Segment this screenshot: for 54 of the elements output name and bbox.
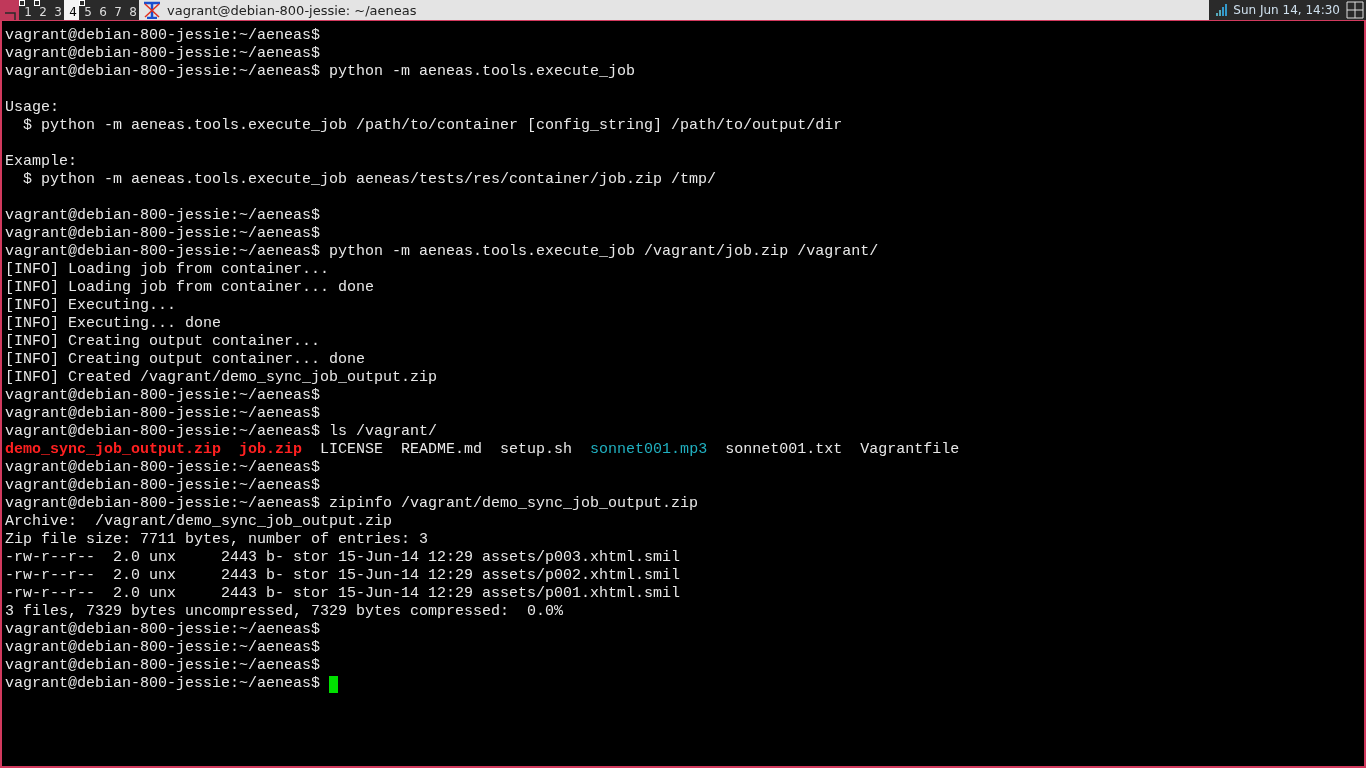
layout-icon[interactable]: [1346, 1, 1364, 19]
workspace-tab[interactable]: 7: [109, 0, 124, 20]
terminal-line: [INFO] Created /vagrant/demo_sync_job_output.zip: [5, 369, 438, 387]
terminal-line: 3 files, 7329 bytes uncompressed, 7329 bytes compressed: 0.0%: [5, 603, 564, 621]
workspace-tab[interactable]: 3: [49, 0, 64, 20]
terminal-line: [INFO] Creating output container...: [5, 333, 321, 351]
terminal-line: vagrant@debian-800-jessie:~/aeneas$: [5, 675, 322, 693]
terminal-line: vagrant@debian-800-jessie:~/aeneas$: [5, 621, 321, 639]
signal-icon: [1215, 4, 1228, 16]
terminal-line: vagrant@debian-800-jessie:~/aeneas$: [5, 477, 321, 495]
file-name: Vagrantfile: [860, 441, 960, 459]
terminal-line: [INFO] Loading job from container... done: [5, 279, 375, 297]
terminal-line: vagrant@debian-800-jessie:~/aeneas$: [5, 459, 321, 477]
terminal-line: Zip file size: 7711 bytes, number of entries: 3: [5, 531, 429, 549]
terminal-line: -rw-r--r-- 2.0 unx 2443 b- stor 15-Jun-14 12:29 assets/p003.xhtml.smil: [5, 549, 681, 567]
terminal-line: -rw-r--r-- 2.0 unx 2443 b- stor 15-Jun-14 12:29 assets/p002.xhtml.smil: [5, 567, 681, 585]
terminal-line: vagrant@debian-800-jessie:~/aeneas$: [5, 45, 321, 63]
terminal-line: vagrant@debian-800-jessie:~/aeneas$: [5, 27, 321, 45]
terminal-line: Usage:: [5, 99, 59, 117]
file-name: LICENSE: [320, 441, 384, 459]
file-name: README.md: [401, 441, 483, 459]
workspace-tab[interactable]: 2: [34, 0, 49, 20]
terminal-line: Example:: [5, 153, 77, 171]
terminal-line: vagrant@debian-800-jessie:~/aeneas$ python -m aeneas.tools.execute_job: [5, 63, 636, 81]
file-name: sonnet001.mp3: [590, 441, 708, 459]
terminal-line: vagrant@debian-800-jessie:~/aeneas$: [5, 639, 321, 657]
terminal-line: vagrant@debian-800-jessie:~/aeneas$: [5, 387, 321, 405]
terminal-line: [INFO] Creating output container... done: [5, 351, 366, 369]
workspace-tab[interactable]: 5: [79, 0, 94, 20]
terminal-line: $ python -m aeneas.tools.execute_job aeneas/tests/res/container/job.zip /tmp/: [22, 171, 717, 189]
file-name: demo_sync_job_output.zip: [5, 441, 222, 459]
terminal-line: vagrant@debian-800-jessie:~/aeneas$ zipinfo /vagrant/demo_sync_job_output.zip: [5, 495, 699, 513]
file-name: sonnet001.txt: [725, 441, 843, 459]
terminal-line: vagrant@debian-800-jessie:~/aeneas$ ls /vagrant/: [5, 423, 438, 441]
terminal-line: [INFO] Loading job from container...: [5, 261, 330, 279]
terminal-line: Archive: /vagrant/demo_sync_job_output.zip: [5, 513, 393, 531]
clock: Sun Jun 14, 14:30: [1233, 3, 1340, 17]
workspace-tab[interactable]: 6: [94, 0, 109, 20]
terminal-line: vagrant@debian-800-jessie:~/aeneas$ python -m aeneas.tools.execute_job /vagrant/job.zip /vagrant/: [5, 243, 879, 261]
terminal-line: -rw-r--r-- 2.0 unx 2443 b- stor 15-Jun-14 12:29 assets/p001.xhtml.smil: [5, 585, 681, 603]
workspace-tab[interactable]: 8: [124, 0, 139, 20]
workspace-tab[interactable]: 1: [19, 0, 34, 20]
window-title: vagrant@debian-800-jessie: ~/aeneas: [167, 2, 417, 18]
file-name: job.zip: [239, 441, 303, 459]
terminal-line: vagrant@debian-800-jessie:~/aeneas$: [5, 225, 321, 243]
terminal-line: $ python -m aeneas.tools.execute_job /path/to/container [config_string] /path/to/output/dir: [22, 117, 843, 135]
workspace-tab[interactable]: 4: [64, 0, 79, 20]
file-name: setup.sh: [500, 441, 573, 459]
terminal-line: vagrant@debian-800-jessie:~/aeneas$: [5, 207, 321, 225]
terminal-line: [INFO] Executing...: [5, 297, 177, 315]
terminal-line: vagrant@debian-800-jessie:~/aeneas$: [5, 657, 321, 675]
terminal-line: vagrant@debian-800-jessie:~/aeneas$: [5, 405, 321, 423]
terminal-line: [INFO] Executing... done: [5, 315, 222, 333]
terminal-app-icon: [143, 1, 161, 19]
